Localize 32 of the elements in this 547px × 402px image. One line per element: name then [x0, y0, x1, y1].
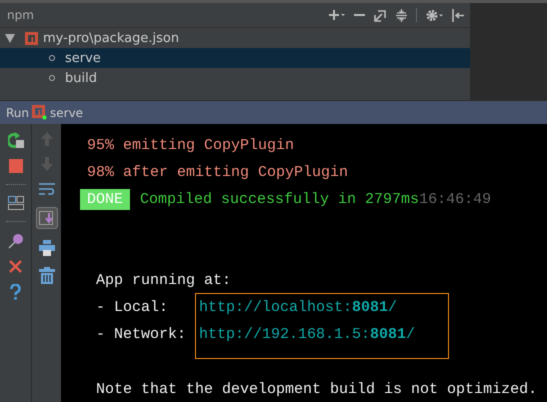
script-item[interactable]: build — [0, 68, 470, 88]
run-config-name: serve — [50, 106, 84, 120]
stop-icon[interactable] — [8, 159, 22, 173]
panel-title: npm — [7, 8, 34, 22]
script-item[interactable]: serve — [0, 48, 470, 68]
close-icon[interactable] — [9, 260, 22, 273]
scroll-to-end-button[interactable] — [36, 207, 58, 229]
trash-icon[interactable] — [38, 267, 54, 284]
compile-message: Compiled successfully in 2797ms — [140, 190, 420, 210]
console-line: 98% after emitting CopyPlugin — [87, 163, 350, 183]
print-icon[interactable] — [38, 240, 54, 256]
url-label: - Local: — [96, 298, 170, 318]
add-icon[interactable] — [328, 9, 345, 21]
url-label: - Network: — [96, 325, 188, 345]
soft-wrap-icon[interactable] — [38, 182, 54, 196]
console-line: 95% emitting CopyPlugin — [87, 136, 296, 156]
collapse-icon[interactable] — [396, 8, 407, 22]
rerun-icon[interactable] — [8, 132, 24, 148]
npm-logo-icon — [32, 105, 48, 120]
url-link[interactable]: http://localhost:8081/ — [199, 294, 416, 321]
layout-icon[interactable] — [8, 196, 24, 210]
run-label: Run — [6, 106, 30, 120]
timestamp: 16:46:49 — [419, 190, 492, 210]
help-icon[interactable] — [10, 284, 21, 300]
pin-left-icon[interactable] — [452, 8, 464, 22]
done-badge: DONE — [80, 189, 130, 210]
pin-icon[interactable] — [8, 233, 24, 249]
gear-icon[interactable] — [426, 8, 443, 22]
console-line: App running at: — [96, 271, 232, 291]
npm-logo-icon — [25, 32, 38, 44]
url-link[interactable]: http://192.168.1.5:8081/ — [199, 321, 416, 348]
console-line: Note that the development build is not optimized. — [96, 380, 538, 400]
